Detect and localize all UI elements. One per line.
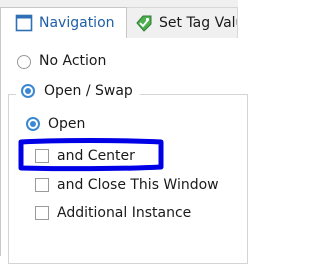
tag-icon — [136, 15, 152, 32]
navigation-panel: No Action Open / Swap Open and Center an… — [0, 38, 248, 264]
and-close-checkbox[interactable] — [35, 178, 49, 192]
and-close-label: and Close This Window — [57, 177, 219, 193]
additional-instance-label: Additional Instance — [57, 205, 192, 221]
tab-navigation[interactable]: Navigation — [0, 7, 127, 38]
additional-instance-checkbox[interactable] — [35, 206, 49, 220]
no-action-radio[interactable] — [17, 55, 31, 69]
tab-strip: Navigation Set Tag Valu — [0, 0, 238, 38]
document-icon — [15, 14, 33, 32]
open-swap-label: Open / Swap — [44, 83, 133, 99]
open-label: Open — [48, 116, 86, 132]
tab-set-tag-value[interactable]: Set Tag Valu — [127, 7, 238, 38]
tab-set-tag-value-label: Set Tag Valu — [159, 15, 238, 31]
no-action-label: No Action — [39, 53, 107, 69]
tab-navigation-label: Navigation — [39, 15, 115, 31]
highlight-annotation — [18, 138, 164, 172]
open-swap-radio[interactable] — [21, 84, 35, 98]
panel-border — [0, 38, 1, 256]
open-radio[interactable] — [26, 117, 40, 131]
